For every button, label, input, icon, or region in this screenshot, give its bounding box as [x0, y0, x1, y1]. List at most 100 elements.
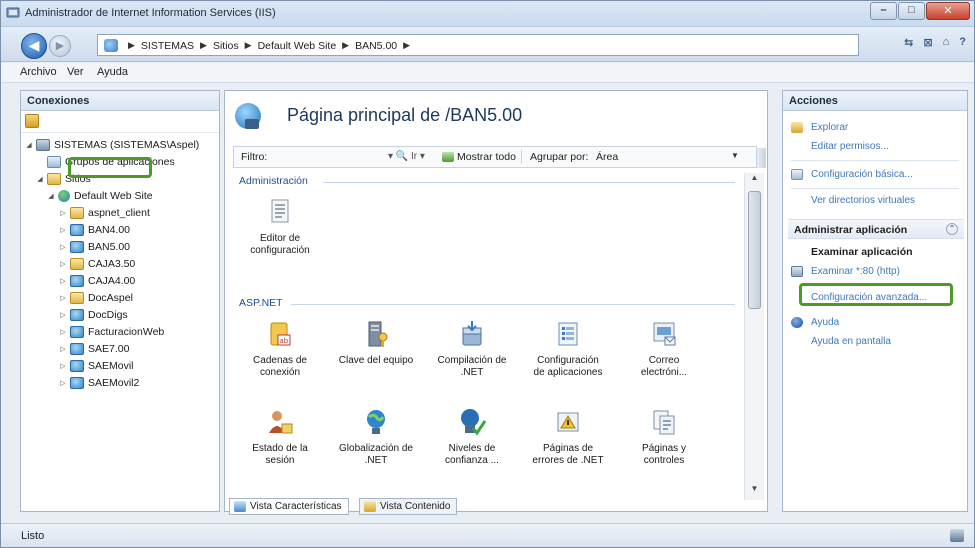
- menu-archivo[interactable]: Archivo: [20, 66, 57, 78]
- minimize-button[interactable]: –: [870, 2, 897, 20]
- feature-machine-key[interactable]: Clave del equipo: [329, 319, 423, 367]
- tree-item-facturacionweb[interactable]: ▷ FacturacionWeb: [59, 324, 164, 339]
- help-icon: [791, 317, 803, 328]
- toolbar-overflow-icon[interactable]: [757, 148, 766, 168]
- smtp-email-icon: [649, 319, 679, 349]
- menu-ayuda[interactable]: Ayuda: [97, 66, 128, 78]
- maximize-button[interactable]: □: [898, 2, 925, 20]
- expand-icon[interactable]: ▷: [59, 226, 67, 234]
- tree-item-ban4[interactable]: ▷ BAN4.00: [59, 222, 130, 237]
- back-button[interactable]: ◀: [21, 33, 47, 59]
- connect-icon[interactable]: ⇆: [904, 36, 913, 49]
- expand-icon[interactable]: ▷: [59, 294, 67, 302]
- show-all-button[interactable]: Mostrar todo: [442, 151, 516, 163]
- feature-config-editor[interactable]: Editor de configuración: [233, 197, 327, 257]
- tab-features-view[interactable]: Vista Características: [229, 498, 349, 515]
- folder-icon: [70, 206, 84, 219]
- sites-folder-icon: [47, 172, 61, 185]
- pages-controls-icon: [649, 407, 679, 437]
- group-by-label: Agrupar por:: [530, 151, 589, 163]
- actions-header: Acciones: [783, 91, 967, 111]
- feature-net-error-pages[interactable]: Páginas de errores de .NET: [521, 407, 615, 467]
- section-aspnet: ASP.NET: [239, 297, 283, 309]
- breadcrumb-separator-icon: ▶: [128, 40, 135, 50]
- connection-strings-icon: ab: [265, 319, 295, 349]
- maximize-icon: □: [908, 4, 915, 16]
- collapse-icon[interactable]: ◢: [25, 141, 33, 149]
- session-state-icon: [265, 407, 295, 437]
- collapse-icon[interactable]: ◢: [36, 175, 44, 183]
- view-tabs: Vista Características Vista Contenido: [224, 496, 768, 516]
- tree-item-saemovil[interactable]: ▷ SAEMovil: [59, 358, 134, 373]
- filter-go-button[interactable]: ▾ 🔍 Ir ▾: [388, 151, 425, 162]
- manage-application-group[interactable]: Administrar aplicación ⌃: [788, 219, 964, 239]
- expand-icon[interactable]: ▷: [59, 345, 67, 353]
- chevron-down-icon[interactable]: ▼: [731, 151, 739, 160]
- expand-icon[interactable]: ▷: [59, 311, 67, 319]
- collapse-icon[interactable]: ⌃: [946, 223, 958, 235]
- breadcrumb-item[interactable]: BAN5.00: [355, 40, 397, 52]
- home-icon[interactable]: ⌂: [943, 36, 950, 49]
- features-scrollbar[interactable]: ▲ ▼: [744, 173, 764, 500]
- create-connection-icon[interactable]: [25, 114, 39, 128]
- group-by-select[interactable]: Área: [596, 151, 618, 163]
- tree-item-aspnet-client[interactable]: ▷ aspnet_client: [59, 205, 150, 220]
- connections-header: Conexiones: [21, 91, 219, 111]
- breadcrumb-item[interactable]: Default Web Site: [258, 40, 337, 52]
- breadcrumb-item[interactable]: SISTEMAS: [141, 40, 194, 52]
- forward-button[interactable]: ▶: [49, 35, 71, 57]
- feature-net-globalization[interactable]: Globalización de .NET: [329, 407, 423, 467]
- breadcrumb-separator-icon: ▶: [200, 40, 207, 50]
- feature-trust-levels[interactable]: Niveles de confianza ...: [425, 407, 519, 467]
- web-app-icon: [70, 274, 84, 287]
- page-title: Página principal de /BAN5.00: [287, 105, 523, 125]
- feature-connection-strings[interactable]: ab Cadenas de conexión: [233, 319, 327, 379]
- trust-levels-icon: [457, 407, 487, 437]
- expand-icon[interactable]: ▷: [59, 362, 67, 370]
- tree-item-docaspel[interactable]: ▷ DocAspel: [59, 290, 133, 305]
- globe-icon: [58, 189, 70, 202]
- close-button[interactable]: ✕: [926, 2, 970, 20]
- tree-item-caja350[interactable]: ▷ CAJA3.50: [59, 256, 135, 271]
- tree-item-docdigs[interactable]: ▷ DocDigs: [59, 307, 128, 322]
- tree-item-ban5[interactable]: ▷ BAN5.00: [59, 239, 130, 254]
- features-view: Administración Editor de configuración A…: [233, 173, 748, 501]
- menu-ver[interactable]: Ver: [67, 66, 84, 78]
- breadcrumb[interactable]: ▶ SISTEMAS ▶ Sitios ▶ Default Web Site ▶…: [97, 34, 859, 56]
- folder-icon: [70, 291, 84, 304]
- site-home-icon: [235, 103, 261, 129]
- tree-item-caja400[interactable]: ▷ CAJA4.00: [59, 273, 135, 288]
- collapse-icon[interactable]: ◢: [47, 192, 55, 200]
- machine-key-icon: [361, 319, 391, 349]
- expand-icon[interactable]: ▷: [59, 260, 67, 268]
- connections-panel: Conexiones ◢ SISTEMAS (SISTEMAS\Aspel) Gr…: [20, 90, 220, 512]
- feature-net-compilation[interactable]: Compilación de .NET: [425, 319, 519, 379]
- scroll-thumb[interactable]: [748, 191, 761, 309]
- content-view-icon: [364, 501, 376, 512]
- web-app-icon: [70, 359, 84, 372]
- close-icon: ✕: [943, 5, 953, 17]
- feature-smtp-email[interactable]: Correo electróni...: [617, 319, 711, 379]
- feature-session-state[interactable]: Estado de la sesión: [233, 407, 327, 467]
- expand-icon[interactable]: ▷: [59, 328, 67, 336]
- web-app-icon: [70, 240, 84, 253]
- tree-item-default-web-site[interactable]: ◢ Default Web Site: [47, 188, 153, 203]
- feature-app-settings[interactable]: Configuración de aplicaciones: [521, 319, 615, 379]
- web-app-icon: [70, 308, 84, 321]
- tree-item-sae700[interactable]: ▷ SAE7.00: [59, 341, 129, 356]
- expand-icon[interactable]: ▷: [59, 243, 67, 251]
- expand-icon[interactable]: ▷: [59, 379, 67, 387]
- web-app-icon: [70, 342, 84, 355]
- app-settings-icon: [553, 319, 583, 349]
- breadcrumb-item[interactable]: Sitios: [213, 40, 239, 52]
- expand-icon[interactable]: ▷: [59, 209, 67, 217]
- tree-item-server[interactable]: ◢ SISTEMAS (SISTEMAS\Aspel): [25, 137, 199, 152]
- tab-content-view[interactable]: Vista Contenido: [359, 498, 458, 515]
- tree-item-saemovil2[interactable]: ▷ SAEMovil2: [59, 375, 139, 390]
- feature-pages-controls[interactable]: Páginas y controles: [617, 407, 711, 467]
- stop-icon[interactable]: ⊠: [923, 36, 932, 49]
- scroll-up-icon[interactable]: ▲: [745, 173, 764, 189]
- help-icon[interactable]: ?: [959, 36, 966, 49]
- net-error-pages-icon: [553, 407, 583, 437]
- expand-icon[interactable]: ▷: [59, 277, 67, 285]
